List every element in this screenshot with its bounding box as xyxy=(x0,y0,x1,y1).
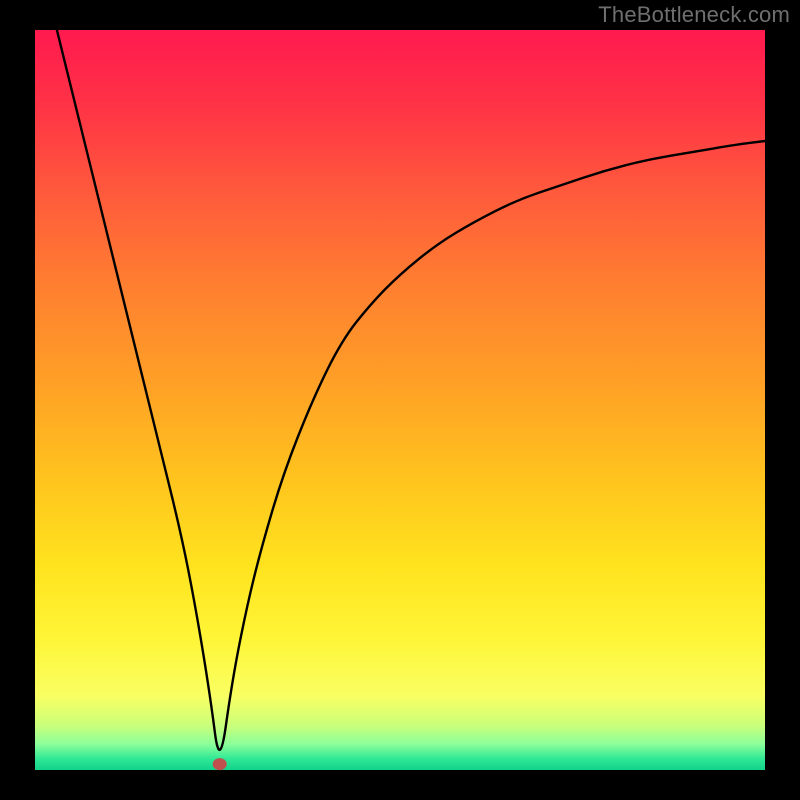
plot-background xyxy=(35,30,765,770)
bottleneck-chart xyxy=(0,0,800,800)
chart-container: TheBottleneck.com xyxy=(0,0,800,800)
optimal-point-marker xyxy=(213,758,227,770)
watermark-label: TheBottleneck.com xyxy=(598,2,790,28)
